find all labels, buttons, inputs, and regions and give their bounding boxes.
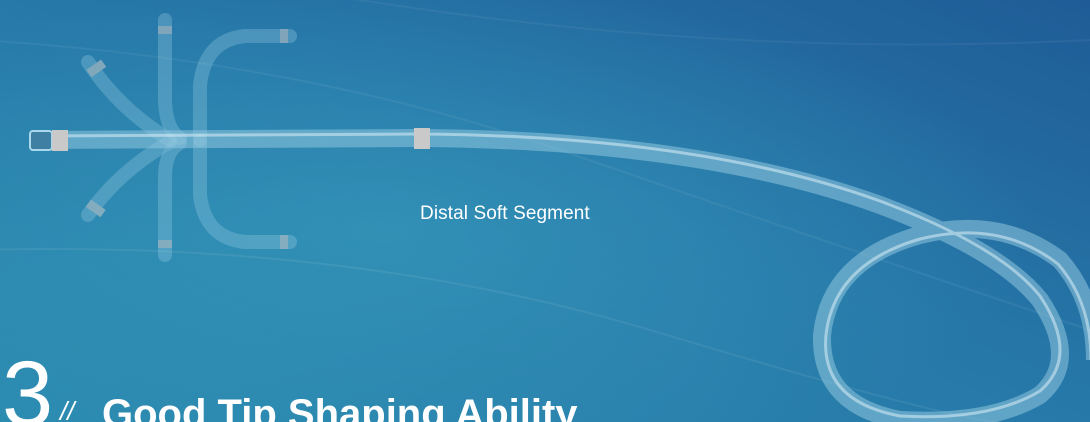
marker-band — [158, 240, 172, 248]
marker-band — [158, 26, 172, 34]
feature-divider-marks: // — [60, 396, 75, 422]
catheter-tip — [29, 130, 53, 151]
product-illustration: Distal Soft Segment 3 // Good Tip Shapin… — [0, 0, 1090, 422]
marker-band — [280, 235, 288, 249]
marker-band — [52, 130, 68, 151]
marker-band — [414, 128, 430, 149]
feature-number: 3 — [2, 343, 54, 422]
distal-soft-segment-label: Distal Soft Segment — [420, 203, 590, 224]
marker-band — [280, 29, 288, 43]
feature-title: Good Tip Shaping Ability — [102, 392, 578, 422]
